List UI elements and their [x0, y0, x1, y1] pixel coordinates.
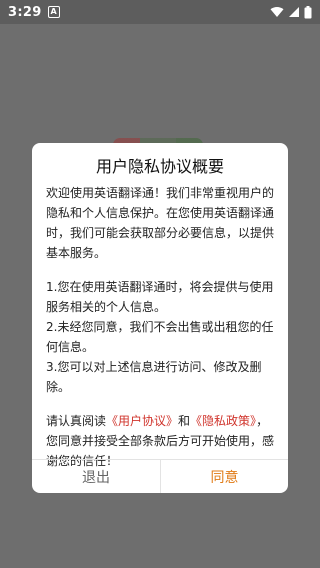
agree-button[interactable]: 同意 — [161, 460, 288, 493]
privacy-policy-link[interactable]: 《隐私政策》 — [190, 414, 256, 428]
dialog-body: 欢迎使用英语翻译通！我们非常重视用户的隐私和个人信息保护。在您使用英语翻译通时，… — [46, 183, 278, 471]
status-time: 3:29 — [8, 4, 42, 20]
dialog-title: 用户隐私协议概要 — [95, 157, 224, 176]
closing-and: 和 — [178, 414, 191, 428]
closing-prefix: 请认真阅读 — [46, 414, 107, 428]
point-2-text: 2.未经您同意，我们不会出售或出租您的任何信息。 — [46, 320, 274, 354]
status-icons — [270, 0, 312, 24]
screen: 3:29 A 用户隐私协议概要 欢迎使用英语翻译通！我们非常重视用户的隐私和个人… — [0, 0, 320, 568]
signal-icon — [288, 6, 300, 18]
intro-text: 欢迎使用英语翻译通！我们非常重视用户的隐私和个人信息保护。在您使用英语翻译通时，… — [46, 186, 275, 260]
battery-icon — [304, 5, 312, 19]
exit-button[interactable]: 退出 — [32, 460, 160, 493]
point-3-text: 3.您可以对上述信息进行访问、修改及删除。 — [46, 360, 262, 394]
notification-icon: A — [47, 6, 60, 18]
privacy-dialog: 用户隐私协议概要 欢迎使用英语翻译通！我们非常重视用户的隐私和个人信息保护。在您… — [32, 143, 288, 493]
point-1-text: 1.您在使用英语翻译通时，将会提供与使用服务相关的个人信息。 — [46, 280, 274, 314]
wifi-icon — [270, 6, 284, 18]
user-agreement-link[interactable]: 《用户协议》 — [106, 414, 178, 428]
status-bar: 3:29 A — [0, 0, 320, 24]
